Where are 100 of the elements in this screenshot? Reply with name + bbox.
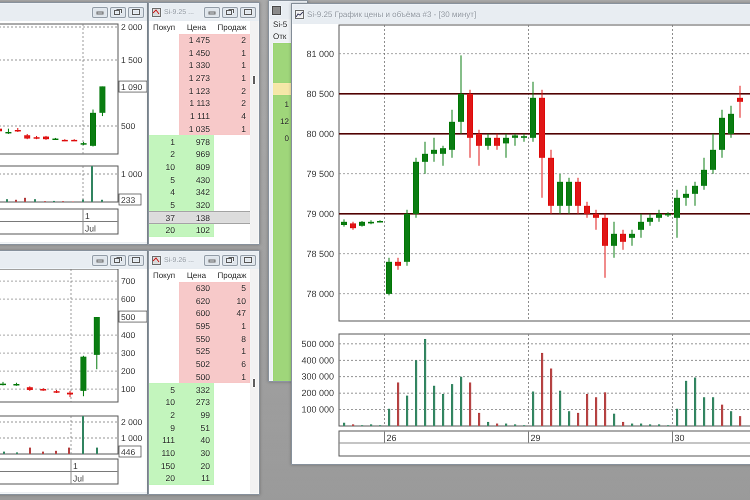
table-cell: 5 <box>149 383 179 396</box>
rising-candle <box>0 381 6 386</box>
rising-candle <box>449 109 455 158</box>
close-button[interactable] <box>240 6 256 18</box>
volume-bar <box>433 386 436 426</box>
rising-candle <box>94 316 100 370</box>
last-price-label: 1 090 <box>118 80 147 92</box>
rising-candle <box>710 133 716 174</box>
rising-candle <box>80 141 87 146</box>
column-header: Отк <box>273 31 288 43</box>
table-cell: 10 <box>149 160 179 174</box>
rising-candle <box>638 213 644 238</box>
rising-candle <box>431 137 437 162</box>
axis-label: 400 000 <box>301 355 334 366</box>
column-header: Цена <box>186 270 208 282</box>
maximize-button[interactable] <box>110 6 126 18</box>
date-label: Jul <box>73 474 84 484</box>
window-icon <box>152 256 161 264</box>
rising-candle <box>5 128 12 134</box>
column-header: Продаж <box>216 270 248 282</box>
falling-candle <box>34 135 40 140</box>
volume-bar <box>451 384 454 426</box>
close-button[interactable] <box>128 254 144 266</box>
rising-candle <box>530 81 536 142</box>
table-cell: 30 <box>179 446 214 460</box>
close-button[interactable] <box>128 6 144 18</box>
axis-label: 1 000 <box>121 433 142 443</box>
table-cell: 1 <box>214 46 250 60</box>
falling-candle <box>476 129 482 166</box>
minimize-button[interactable] <box>92 6 108 18</box>
falling-candle <box>494 133 500 150</box>
axis-label: 200 000 <box>301 388 334 398</box>
table-cell: 47 <box>214 307 250 320</box>
volume-bar <box>703 397 706 426</box>
volume-bar <box>550 368 552 426</box>
date-label: 1 <box>85 211 90 221</box>
rising-candle <box>629 229 635 246</box>
table-cell: 5 <box>149 198 179 212</box>
falling-candle <box>575 177 581 214</box>
volume-bar <box>586 394 588 426</box>
minimize-button[interactable] <box>92 254 108 266</box>
rising-candle <box>692 181 698 206</box>
axis-label: 300 <box>121 348 136 358</box>
axis-label: 500 000 <box>301 338 334 349</box>
date-label: 29 <box>530 433 541 443</box>
rising-candle <box>674 189 680 238</box>
column-header: Покуп <box>152 22 176 34</box>
scrollbar-thumb[interactable] <box>253 76 255 84</box>
window-icon <box>152 8 161 16</box>
table-cell: 1 475 <box>179 34 214 46</box>
axis-label: 2 000 <box>121 417 142 427</box>
rising-candle <box>13 382 20 386</box>
falling-candle <box>71 138 78 142</box>
scrollbar-thumb[interactable] <box>253 379 255 387</box>
minimize-button[interactable] <box>204 6 220 18</box>
table-cell: 20 <box>179 459 214 472</box>
volume-bar <box>577 412 580 426</box>
restore-icon <box>226 257 234 263</box>
window-icon <box>272 6 281 14</box>
volume-bar <box>604 392 606 426</box>
table-cell: 502 <box>179 358 214 370</box>
volume-bar <box>406 396 408 426</box>
date-label: Jul <box>85 224 96 234</box>
scrollbar[interactable] <box>250 21 259 244</box>
maximize-icon <box>244 257 252 263</box>
maximize-icon <box>132 9 140 15</box>
table-cell: 1 <box>214 370 250 384</box>
table-cell: 2 <box>214 84 250 98</box>
table-cell: 4 <box>149 186 179 199</box>
axis-label: 78 000 <box>306 288 334 299</box>
falling-candle <box>350 221 356 230</box>
volume-bar <box>631 424 634 426</box>
rising-candle <box>683 185 689 206</box>
volume-bar <box>559 390 562 426</box>
rising-candle <box>413 157 419 218</box>
rising-candle <box>566 177 572 214</box>
maximize-button[interactable] <box>110 254 126 266</box>
minimize-button[interactable] <box>204 254 220 266</box>
table-cell: 51 <box>179 421 214 434</box>
column-header: Цена <box>186 22 208 34</box>
window-title: Si-9.25 График цены и объёма #3 - [30 минут] <box>307 10 476 18</box>
table-cell: 525 <box>179 345 214 358</box>
table-cell: 1 123 <box>179 84 214 98</box>
maximize-button[interactable] <box>222 6 238 18</box>
table-cell: 1 035 <box>179 122 214 136</box>
falling-candle <box>54 389 60 394</box>
table-cell: 1 <box>284 99 289 111</box>
maximize-button[interactable] <box>222 254 238 266</box>
table-cell: 2 <box>214 34 250 46</box>
table-cell: 1 <box>214 122 250 136</box>
rising-candle <box>512 133 518 146</box>
table-cell: 1 330 <box>179 59 214 72</box>
table-cell: 1 <box>214 72 250 84</box>
volume-bar <box>712 397 714 426</box>
table-cell: 1 111 <box>179 110 214 122</box>
scrollbar[interactable] <box>250 269 259 494</box>
table-cell: 1 <box>149 135 179 148</box>
close-button[interactable] <box>240 254 256 266</box>
falling-candle <box>26 386 33 392</box>
axis-label: 79 000 <box>306 208 334 219</box>
